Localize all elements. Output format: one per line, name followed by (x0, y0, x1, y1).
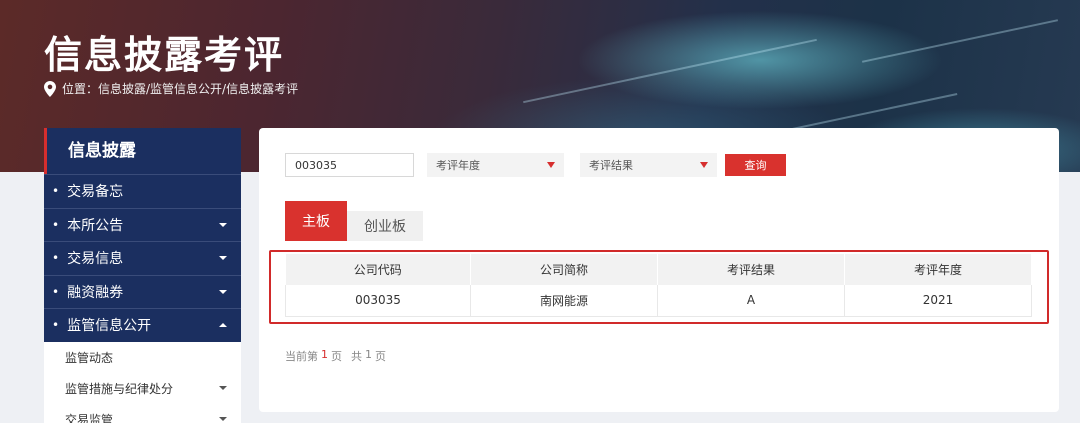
query-button[interactable]: 查询 (725, 154, 786, 176)
sidebar-item-regulatory-disclosure[interactable]: • 监管信息公开 (44, 309, 241, 342)
sidebar-item-margin-trading[interactable]: • 融资融券 (44, 275, 241, 308)
chevron-down-icon (219, 417, 227, 421)
sidebar-item-announcements[interactable]: • 本所公告 (44, 208, 241, 241)
bullet-icon: • (52, 184, 60, 199)
company-code-input[interactable] (285, 153, 414, 177)
pager-prefix: 当前第 (285, 350, 318, 363)
pager-current-page: 1 (321, 348, 328, 361)
bullet-icon: • (52, 284, 60, 299)
pager-total-prefix: 共 (351, 350, 362, 363)
location-pin-icon (44, 80, 56, 97)
bullet-icon: • (52, 217, 60, 232)
page-title: 信息披露考评 (44, 33, 285, 77)
sidebar-subitem-label: 监管动态 (65, 350, 114, 365)
board-tabs: 主板 创业板 (285, 201, 423, 241)
bullet-icon: • (52, 251, 60, 266)
evaluation-result-placeholder: 考评结果 (589, 159, 633, 172)
pager-page-word: 页 (331, 350, 342, 363)
evaluation-year-select[interactable]: 考评年度 (427, 153, 564, 177)
tab-chinext[interactable]: 创业板 (347, 211, 423, 241)
chevron-down-icon (219, 256, 227, 261)
breadcrumb: 位置：信息披露/监管信息公开/信息披露考评 (44, 80, 298, 97)
sidebar-item-label: 交易信息 (67, 251, 124, 268)
sidebar-item-label: 融资融券 (67, 284, 124, 301)
sidebar: 信息披露 • 交易备忘 • 本所公告 • 交易信息 • 融资融券 • 监管信息公… (44, 128, 241, 423)
evaluation-result-select[interactable]: 考评结果 (580, 153, 717, 177)
pager-total: 1 (365, 348, 372, 361)
pagination: 当前第 1 页 共 1 页 (285, 348, 386, 364)
sidebar-item-label: 本所公告 (67, 217, 124, 234)
sidebar-subitem-label: 监管措施与纪律处分 (65, 381, 174, 396)
sidebar-title: 信息披露 (44, 128, 241, 174)
chevron-down-icon (219, 222, 227, 227)
bullet-icon: • (52, 318, 60, 333)
sidebar-subitem-regulatory-news[interactable]: 监管动态 (44, 341, 241, 373)
tab-main-board[interactable]: 主板 (285, 201, 347, 241)
dropdown-arrow-icon (547, 162, 555, 168)
dropdown-arrow-icon (700, 162, 708, 168)
sidebar-subitem-trading-supervision[interactable]: 交易监管 (44, 403, 241, 423)
sidebar-subitem-label: 交易监管 (65, 412, 114, 423)
banner-light-streak (523, 38, 817, 104)
sidebar-item-label: 交易备忘 (67, 184, 124, 201)
chevron-down-icon (219, 386, 227, 390)
pager-total-word: 页 (375, 350, 386, 363)
filter-bar: 考评年度 考评结果 查询 (285, 153, 786, 177)
banner-light-streak (861, 19, 1059, 63)
main-panel: 考评年度 考评结果 查询 主板 创业板 公司代码 公司简称 考评结果 考评年度 … (259, 128, 1059, 412)
sidebar-subitem-disciplinary-actions[interactable]: 监管措施与纪律处分 (44, 372, 241, 404)
breadcrumb-text[interactable]: 位置：信息披露/监管信息公开/信息披露考评 (62, 80, 298, 97)
sidebar-item-trading-memo[interactable]: • 交易备忘 (44, 175, 241, 208)
chevron-up-icon (219, 323, 227, 328)
chevron-down-icon (219, 289, 227, 294)
sidebar-item-label: 监管信息公开 (67, 318, 152, 335)
evaluation-year-placeholder: 考评年度 (436, 159, 480, 172)
sidebar-item-trading-info[interactable]: • 交易信息 (44, 242, 241, 275)
highlight-annotation-box (269, 250, 1049, 324)
